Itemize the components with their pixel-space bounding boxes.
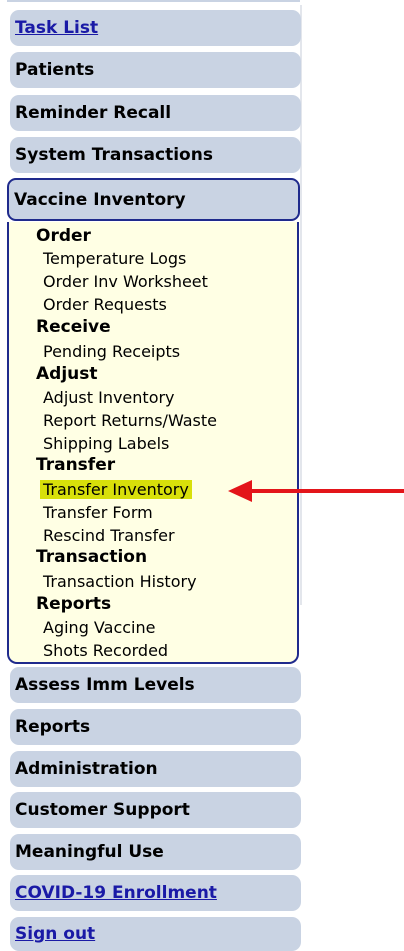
submenu-item-shipping-labels[interactable]: Shipping Labels [43, 434, 169, 453]
nav-reminder-recall[interactable]: Reminder Recall [10, 95, 301, 131]
submenu-item-aging-vaccine[interactable]: Aging Vaccine [43, 618, 155, 637]
submenu-header-transfer: Transfer [36, 455, 116, 475]
top-divider [7, 0, 300, 2]
nav-patients[interactable]: Patients [10, 52, 301, 88]
nav-administration[interactable]: Administration [10, 751, 301, 787]
submenu-header-receive: Receive [36, 317, 111, 337]
red-arrow-icon [228, 480, 404, 502]
nav-assess-imm-levels[interactable]: Assess Imm Levels [10, 667, 301, 703]
submenu-item-transfer-inventory[interactable]: Transfer Inventory [40, 480, 192, 499]
nav-covid-enrollment[interactable]: COVID-19 Enrollment [10, 875, 301, 911]
nav-system-transactions[interactable]: System Transactions [10, 137, 301, 173]
submenu-item-pending-receipts[interactable]: Pending Receipts [43, 342, 180, 361]
vaccine-inventory-submenu: Order Temperature Logs Order Inv Workshe… [7, 222, 299, 664]
nav-task-list[interactable]: Task List [10, 10, 301, 46]
submenu-item-adjust-inventory[interactable]: Adjust Inventory [43, 388, 175, 407]
nav-customer-support[interactable]: Customer Support [10, 792, 301, 828]
submenu-item-transaction-history[interactable]: Transaction History [43, 572, 197, 591]
nav-sign-out[interactable]: Sign out [10, 917, 301, 951]
submenu-item-temperature-logs[interactable]: Temperature Logs [43, 249, 186, 268]
submenu-header-order: Order [36, 226, 91, 246]
submenu-header-transaction: Transaction [36, 547, 148, 567]
nav-meaningful-use[interactable]: Meaningful Use [10, 834, 301, 870]
submenu-item-order-inv-worksheet[interactable]: Order Inv Worksheet [43, 272, 208, 291]
scroll-track [300, 5, 302, 605]
submenu-item-order-requests[interactable]: Order Requests [43, 295, 167, 314]
submenu-item-report-returns-waste[interactable]: Report Returns/Waste [43, 411, 217, 430]
submenu-item-shots-recorded[interactable]: Shots Recorded [43, 641, 168, 660]
submenu-item-rescind-transfer[interactable]: Rescind Transfer [43, 526, 175, 545]
submenu-header-reports: Reports [36, 594, 112, 614]
nav-reports[interactable]: Reports [10, 709, 301, 745]
nav-vaccine-inventory[interactable]: Vaccine Inventory [7, 178, 300, 221]
submenu-item-transfer-form[interactable]: Transfer Form [43, 503, 153, 522]
submenu-header-adjust: Adjust [36, 364, 98, 384]
